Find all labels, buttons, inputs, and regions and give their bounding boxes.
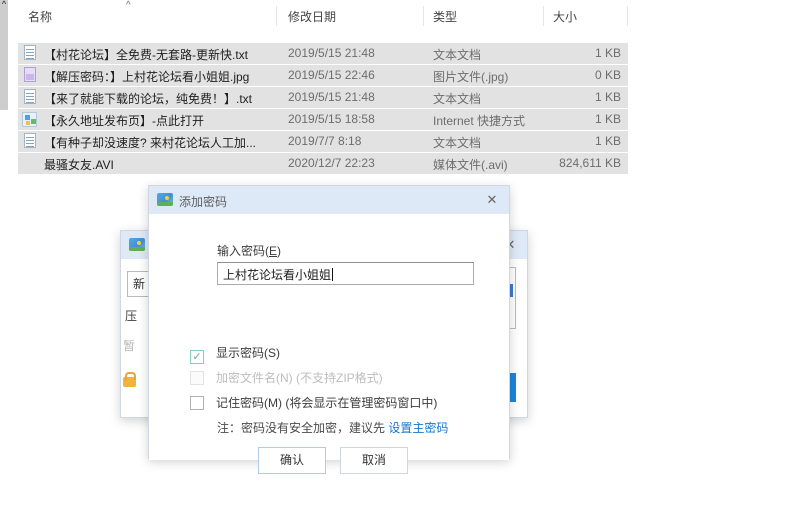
column-divider[interactable] <box>423 6 424 26</box>
file-size: 1 KB <box>595 112 621 126</box>
file-type: 文本文档 <box>433 134 481 151</box>
file-date: 2019/5/15 21:48 <box>288 46 375 60</box>
cancel-button[interactable]: 取消 <box>340 447 408 474</box>
sort-ascending-icon: ^ <box>126 0 131 11</box>
file-name: 【村花论坛】全免费-无套路-更新快.txt <box>44 46 248 63</box>
file-row[interactable]: 【有种子却没速度? 来村花论坛人工加... 2019/7/7 8:18 文本文档… <box>18 131 628 152</box>
file-name: 【永久地址发布页】-点此打开 <box>44 112 204 129</box>
file-name: 【来了就能下载的论坛，纯免费！】.txt <box>44 90 252 107</box>
checkbox-show-password[interactable]: ✓显示密码(S) <box>190 344 280 360</box>
file-row[interactable]: 【永久地址发布页】-点此打开 2019/5/15 18:58 Internet … <box>18 109 628 130</box>
file-date: 2019/5/15 21:48 <box>288 90 375 104</box>
password-dialog-titlebar[interactable]: 添加密码 ✕ <box>149 186 509 214</box>
file-type: 媒体文件(.avi) <box>433 156 508 173</box>
file-size: 1 KB <box>595 90 621 104</box>
dialog-title: 添加密码 <box>179 193 227 210</box>
archive-app-icon <box>157 193 173 206</box>
column-divider[interactable] <box>627 6 628 26</box>
checkbox-unchecked-icon[interactable] <box>190 396 204 410</box>
file-row[interactable]: 【来了就能下载的论坛，纯免费！】.txt 2019/5/15 21:48 文本文… <box>18 87 628 108</box>
file-rows: 【村花论坛】全免费-无套路-更新快.txt 2019/5/15 21:48 文本… <box>18 43 628 175</box>
column-divider[interactable] <box>543 6 544 26</box>
file-size: 1 KB <box>595 46 621 60</box>
close-icon[interactable]: ✕ <box>483 191 501 209</box>
password-input-value: 上村花论坛看小姐姐 <box>223 268 331 282</box>
file-size: 1 KB <box>595 134 621 148</box>
file-row[interactable]: 【解压密码：】上村花论坛看小姐姐.jpg 2019/5/15 22:46 图片文… <box>18 65 628 86</box>
file-name: 最骚女友.AVI <box>44 156 114 173</box>
file-icon <box>22 111 38 127</box>
file-icon <box>22 155 38 171</box>
scrollbar-up-icon[interactable]: ^ <box>0 0 8 9</box>
file-date: 2019/5/15 22:46 <box>288 68 375 82</box>
file-date: 2019/5/15 18:58 <box>288 112 375 126</box>
add-password-dialog: 添加密码 ✕ 输入密码(E) 上村花论坛看小姐姐 ✓显示密码(S) 加密文件名(… <box>148 185 510 459</box>
archive-app-icon <box>129 238 145 251</box>
file-icon <box>22 133 38 149</box>
column-header-name[interactable]: 名称 <box>28 8 52 25</box>
file-icon <box>22 67 38 83</box>
left-scrollbar[interactable]: ^ <box>0 0 8 110</box>
file-row[interactable]: 【村花论坛】全免费-无套路-更新快.txt 2019/5/15 21:48 文本… <box>18 43 628 64</box>
text-caret <box>332 268 333 281</box>
file-row[interactable]: 最骚女友.AVI 2020/12/7 22:23 媒体文件(.avi) 824,… <box>18 153 628 174</box>
file-type: 文本文档 <box>433 90 481 107</box>
file-name: 【有种子却没速度? 来村花论坛人工加... <box>44 134 256 151</box>
file-icon <box>22 45 38 61</box>
file-type: 图片文件(.jpg) <box>433 68 508 85</box>
disabled-label-fragment: 暂 <box>123 337 135 354</box>
checkbox-encrypt-filenames: 加密文件名(N) (不支持ZIP格式) <box>190 369 383 385</box>
column-header-date[interactable]: 修改日期 <box>288 8 336 25</box>
compression-label-fragment: 压 <box>125 307 137 324</box>
security-note: 注：密码没有安全加密，建议先 设置主密码 <box>217 419 448 436</box>
lock-icon <box>123 377 136 387</box>
password-field-label: 输入密码(E) <box>217 242 281 259</box>
file-icon <box>22 89 38 105</box>
checkbox-checked-icon[interactable]: ✓ <box>190 350 204 364</box>
confirm-button[interactable]: 确认 <box>258 447 326 474</box>
file-list-header: 名称 ^ 修改日期 类型 大小 <box>18 4 630 26</box>
file-size: 824,611 KB <box>559 156 621 170</box>
file-size: 0 KB <box>595 68 621 82</box>
file-type: Internet 快捷方式 <box>433 112 525 129</box>
password-input[interactable]: 上村花论坛看小姐姐 <box>217 262 474 285</box>
file-date: 2020/12/7 22:23 <box>288 156 375 170</box>
file-name: 【解压密码：】上村花论坛看小姐姐.jpg <box>44 68 249 85</box>
column-header-type[interactable]: 类型 <box>433 8 457 25</box>
checkbox-disabled-icon <box>190 371 204 385</box>
file-type: 文本文档 <box>433 46 481 63</box>
column-divider[interactable] <box>276 6 277 26</box>
file-date: 2019/7/7 8:18 <box>288 134 361 148</box>
column-header-size[interactable]: 大小 <box>553 8 577 25</box>
set-master-password-link[interactable]: 设置主密码 <box>388 421 448 435</box>
checkbox-remember-password[interactable]: 记住密码(M) (将会显示在管理密码窗口中) <box>190 394 437 410</box>
